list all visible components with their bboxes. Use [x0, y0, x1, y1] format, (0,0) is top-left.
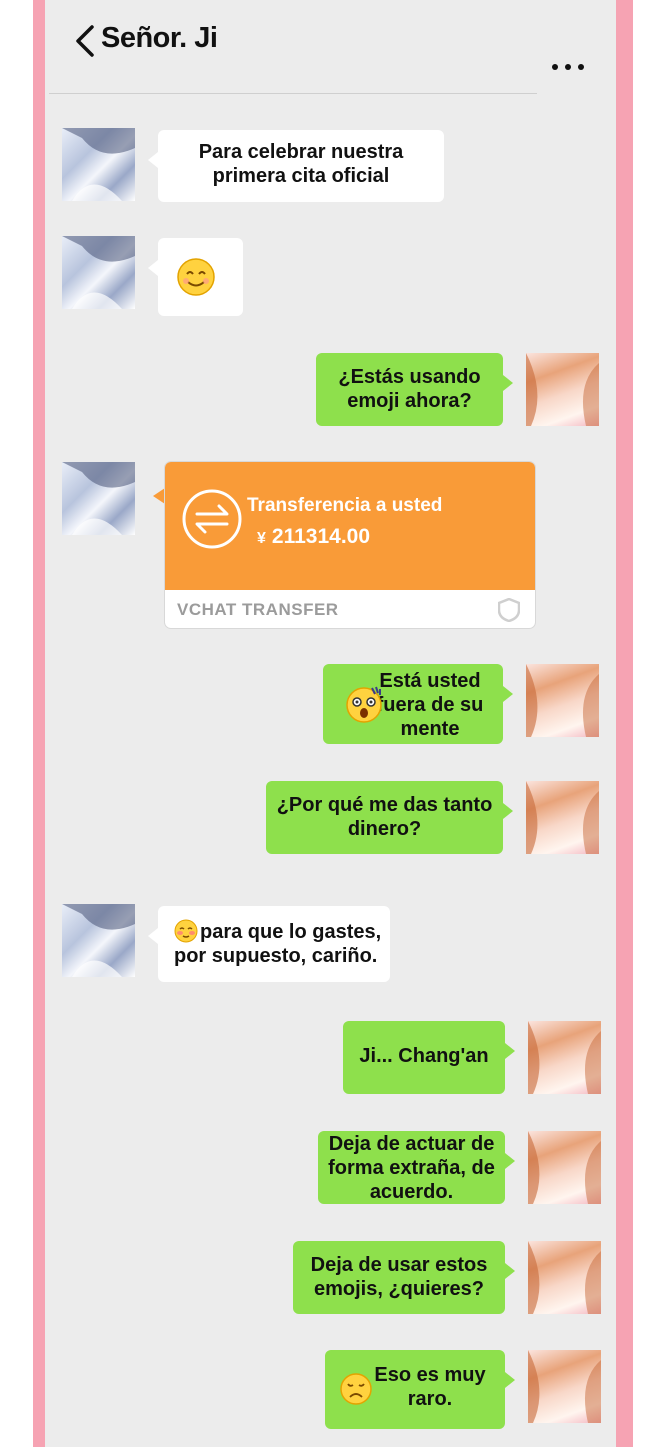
message-line: ¿Por qué me das tanto [276, 794, 493, 816]
message-bubble[interactable]: Eso es muy raro. [325, 1350, 515, 1429]
message-bubble[interactable]: ¿Estás usando emoji ahora? [316, 353, 513, 426]
message-bubble[interactable]: ¿Por qué me das tanto dinero? [266, 781, 513, 854]
smile-emoji-icon [177, 258, 215, 296]
message-line: emojis, ¿quieres? [313, 1278, 485, 1300]
message-line: por supuesto, cariño. [174, 945, 378, 967]
message-line: Deja de usar estos [310, 1254, 488, 1276]
message-bubble[interactable]: Deja de actuar de forma extraña, de acue… [318, 1131, 515, 1204]
blush-emoji-icon [174, 919, 198, 943]
message-bubble[interactable]: Está usted fuera de su mente [323, 664, 513, 744]
message-line: Eso es muy [374, 1364, 486, 1386]
message-line: Ji... Chang'an [359, 1045, 489, 1067]
contact-avatar[interactable] [62, 128, 135, 201]
user-avatar[interactable] [528, 1131, 601, 1204]
user-avatar[interactable] [526, 353, 599, 426]
user-avatar[interactable] [526, 781, 599, 854]
message-bubble[interactable]: Para celebrar nuestra primera cita ofici… [148, 130, 444, 202]
message-line: para que lo gastes, [174, 919, 390, 944]
transfer-arrows-icon [182, 489, 242, 549]
message-line: primera cita oficial [212, 165, 390, 187]
message-bubble[interactable]: Ji... Chang'an [343, 1021, 515, 1094]
user-avatar[interactable] [528, 1021, 601, 1094]
transfer-amount: ¥211314.00 [257, 525, 370, 549]
message-bubble[interactable] [148, 238, 243, 316]
user-avatar[interactable] [526, 664, 599, 737]
message-line: raro. [407, 1388, 453, 1410]
shocked-emoji-icon [346, 686, 382, 723]
message-line: forma extraña, de [328, 1157, 495, 1179]
message-bubble[interactable]: Deja de usar estos emojis, ¿quieres? [293, 1241, 515, 1314]
transfer-footer: VCHAT TRANSFER [177, 600, 339, 619]
user-avatar[interactable] [528, 1350, 601, 1423]
contact-avatar[interactable] [62, 236, 135, 309]
transfer-amount-value: 211314.00 [271, 525, 371, 548]
message-text: para que lo gastes, [200, 921, 382, 943]
transfer-currency: ¥ [257, 530, 266, 547]
message-line: ¿Estás usando [338, 366, 481, 388]
more-dots-icon[interactable] [550, 62, 586, 72]
transfer-title: Transferencia a usted [247, 495, 443, 516]
message-line: acuerdo. [369, 1181, 454, 1203]
shield-icon [498, 598, 520, 622]
transfer-tail [153, 488, 165, 504]
message-line: dinero? [347, 818, 422, 840]
transfer-card[interactable]: Transferencia a usted ¥211314.00 VCHAT T… [165, 462, 535, 628]
contact-avatar[interactable] [62, 904, 135, 977]
back-chevron-icon[interactable] [72, 24, 98, 58]
user-avatar[interactable] [528, 1241, 601, 1314]
message-bubble[interactable]: para que lo gastes, por supuesto, cariño… [148, 906, 390, 982]
message-line: Deja de actuar de [328, 1133, 495, 1155]
chat-title: Señor. Ji [101, 22, 218, 54]
message-line: Para celebrar nuestra [198, 141, 404, 163]
sad-emoji-icon [340, 1373, 372, 1405]
header-divider [49, 93, 537, 94]
message-line: emoji ahora? [347, 390, 472, 412]
contact-avatar[interactable] [62, 462, 135, 535]
